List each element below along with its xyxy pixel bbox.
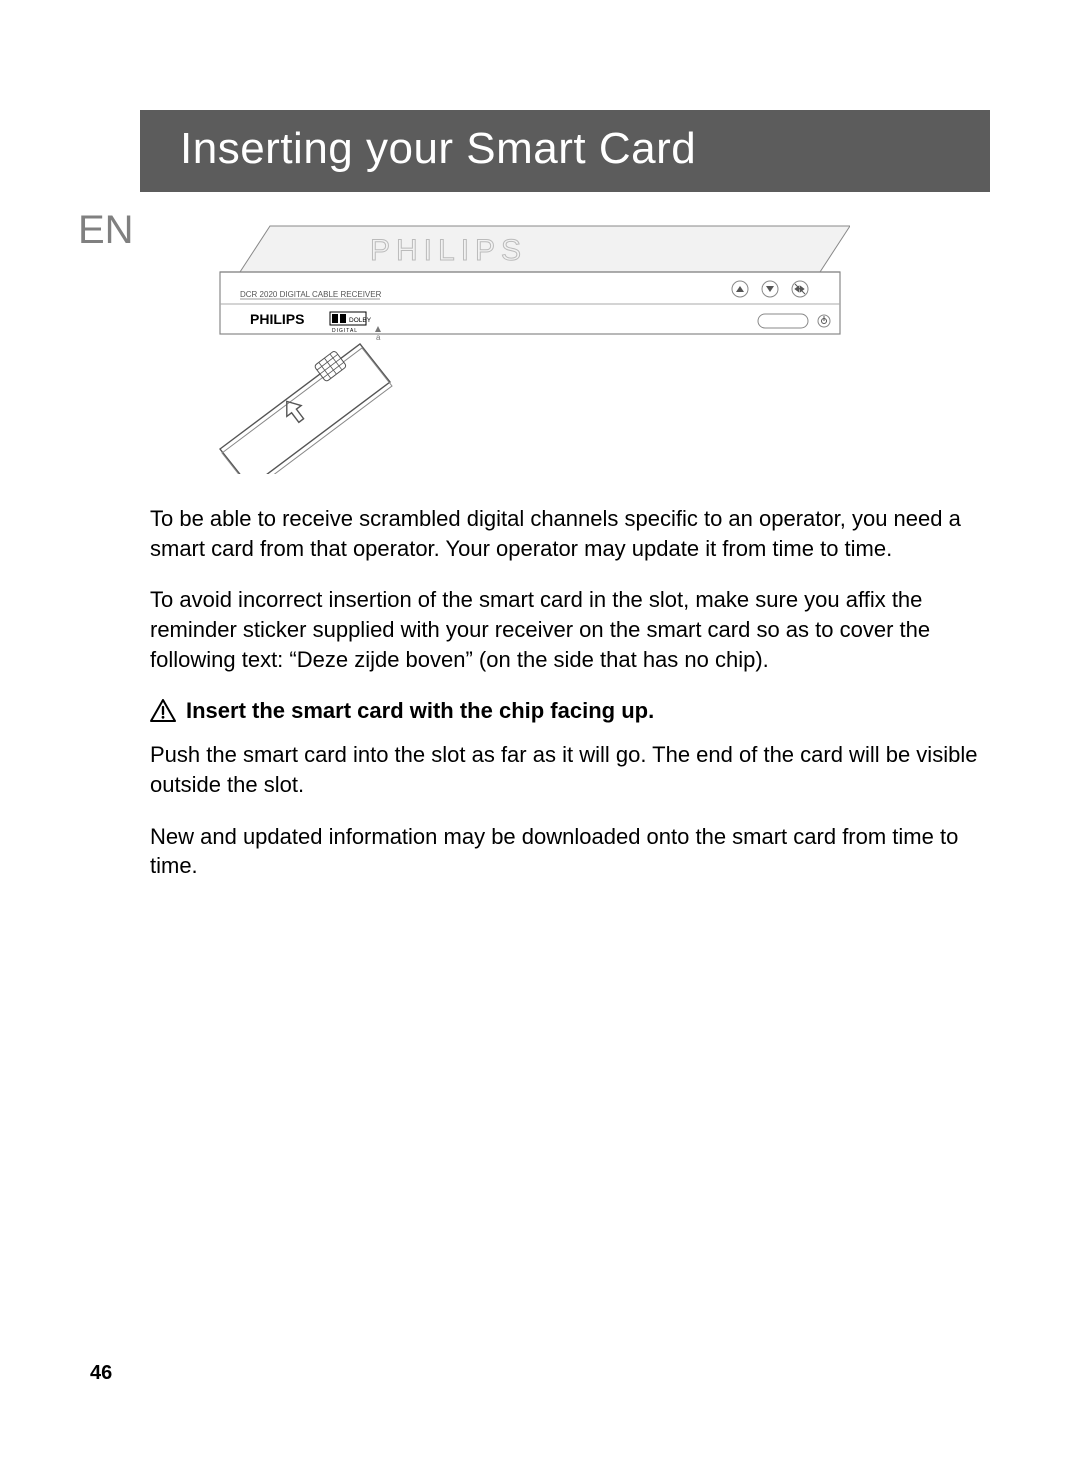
manual-page: Inserting your Smart Card EN DCR 2020 DI…	[0, 0, 1080, 1465]
smart-card-drawing	[220, 344, 392, 474]
dolby-text: DOLBY	[349, 317, 372, 324]
paragraph-1: To be able to receive scrambled digital …	[150, 504, 980, 563]
device-illustration: DCR 2020 DIGITAL CABLE RECEIVER PHILIPS …	[210, 214, 980, 474]
page-number: 46	[90, 1362, 112, 1385]
front-buttons-group	[732, 281, 808, 297]
warning-line: Insert the smart card with the chip faci…	[150, 696, 980, 726]
model-text: DCR 2020 DIGITAL CABLE RECEIVER	[240, 290, 382, 299]
paragraph-2: To avoid incorrect insertion of the smar…	[150, 585, 980, 674]
body-text: To be able to receive scrambled digital …	[150, 504, 980, 881]
dolby-sub-text: DIGITAL	[332, 328, 358, 334]
warning-icon	[150, 699, 176, 723]
receiver-drawing: DCR 2020 DIGITAL CABLE RECEIVER PHILIPS …	[210, 214, 850, 474]
page-title: Inserting your Smart Card	[180, 124, 696, 173]
paragraph-3: Push the smart card into the slot as far…	[150, 740, 980, 799]
warning-text: Insert the smart card with the chip faci…	[186, 696, 654, 726]
top-logo-text: PHILIPS	[370, 234, 527, 267]
brand-text: PHILIPS	[250, 311, 304, 327]
svg-text:a: a	[376, 333, 381, 342]
language-tab: EN	[78, 208, 134, 253]
paragraph-4: New and updated information may be downl…	[150, 822, 980, 881]
page-title-bar: Inserting your Smart Card	[140, 110, 990, 192]
